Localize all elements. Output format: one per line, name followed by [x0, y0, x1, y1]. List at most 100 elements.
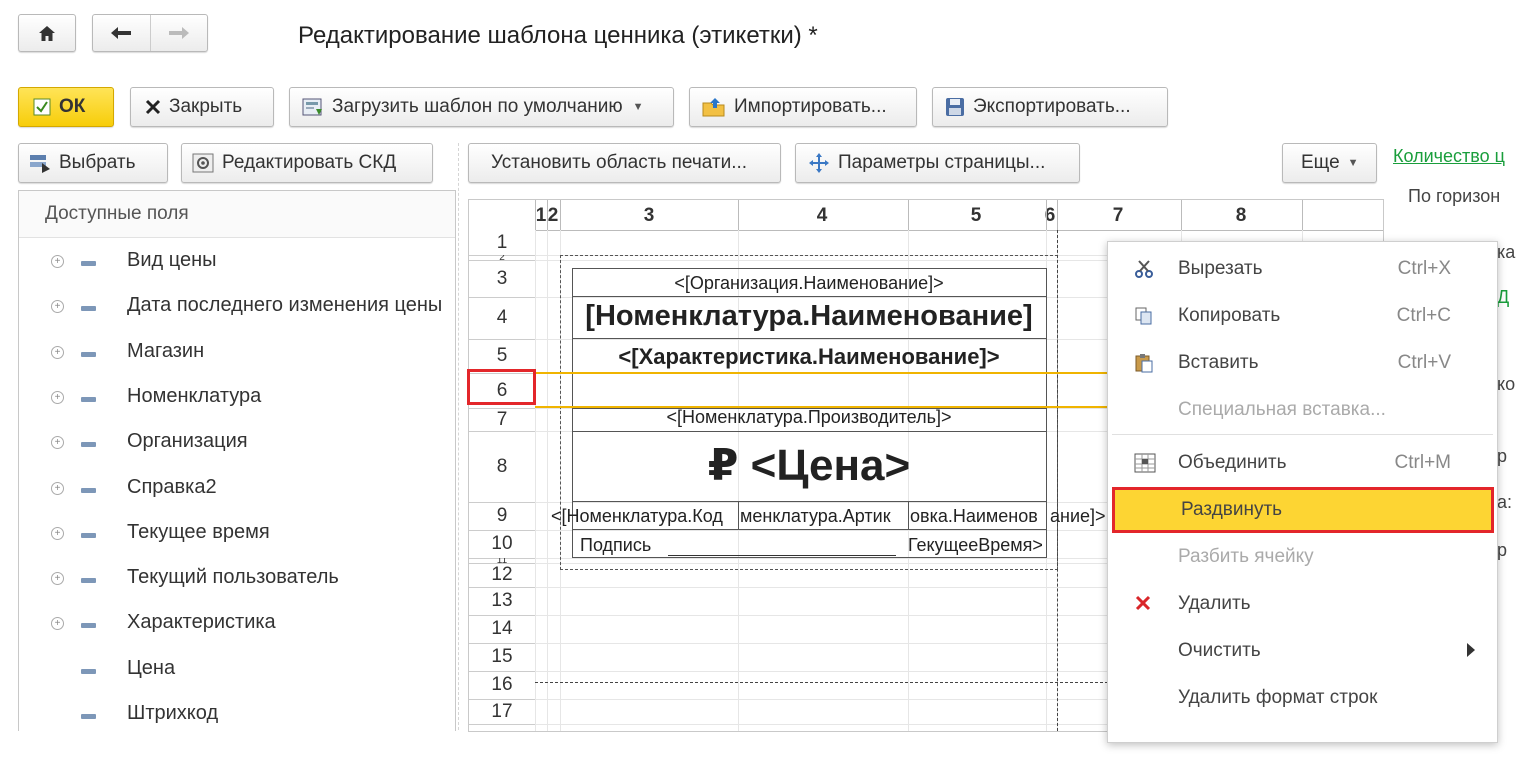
- field-tree-item[interactable]: + Магазин: [19, 340, 455, 370]
- field-tree-item[interactable]: + Дата последнего изменения цены: [19, 294, 455, 324]
- row-header[interactable]: 4: [469, 297, 535, 339]
- row-header[interactable]: 8: [469, 431, 535, 502]
- row-header[interactable]: 12: [469, 563, 535, 587]
- set-print-area-button[interactable]: Установить область печати...: [468, 143, 781, 183]
- column-header[interactable]: 3: [639, 205, 659, 227]
- row-header[interactable]: 15: [469, 643, 535, 671]
- field-tree-label: Номенклатура: [127, 384, 262, 407]
- label-divider: [572, 296, 1046, 297]
- signature-cell[interactable]: Подпись: [580, 535, 651, 556]
- home-button[interactable]: [18, 14, 76, 52]
- settings-icon: [192, 153, 214, 173]
- field-tree-label: Вид цены: [127, 249, 217, 271]
- header-col-divider: [908, 200, 909, 230]
- row-header[interactable]: 13: [469, 587, 535, 615]
- expand-plus-icon[interactable]: +: [51, 345, 64, 359]
- more-label: Еще: [1301, 152, 1340, 173]
- close-button[interactable]: Закрыть: [130, 87, 274, 127]
- menu-item-merge[interactable]: Объединить Ctrl+M: [1108, 440, 1497, 486]
- more-button[interactable]: Еще ▼: [1282, 143, 1377, 183]
- column-header[interactable]: 4: [812, 205, 832, 227]
- characteristic-name-cell[interactable]: <[Характеристика.Наименование]>: [572, 344, 1046, 370]
- select-button[interactable]: Выбрать: [18, 143, 168, 183]
- field-tree-item[interactable]: + Организация: [19, 430, 455, 460]
- charname-cell[interactable]: овка.Наименов: [910, 506, 1038, 527]
- article-cell[interactable]: менклатура.Артик: [740, 506, 891, 527]
- expand-plus-icon[interactable]: +: [51, 300, 64, 314]
- home-icon: [39, 25, 55, 41]
- edit-skd-button[interactable]: Редактировать СКД: [181, 143, 433, 183]
- back-button[interactable]: [93, 15, 151, 51]
- header-col-divider: [1057, 200, 1058, 230]
- close-label: Закрыть: [169, 96, 243, 117]
- import-button[interactable]: Импортировать...: [689, 87, 917, 127]
- ok-button[interactable]: ОК: [18, 87, 114, 127]
- expand-plus-icon[interactable]: +: [51, 436, 64, 450]
- menu-item-copy[interactable]: Копировать Ctrl+C: [1108, 293, 1497, 339]
- row-header[interactable]: 1: [469, 230, 535, 255]
- menu-item-label: Раздвинуть: [1181, 499, 1283, 520]
- row-header[interactable]: 10: [469, 530, 535, 558]
- expand-plus-icon[interactable]: +: [51, 617, 64, 631]
- expand-plus-icon[interactable]: +: [51, 390, 64, 404]
- menu-item-cut[interactable]: Вырезать Ctrl+X: [1108, 246, 1497, 292]
- dropdown-arrow-icon: ▼: [1347, 157, 1359, 169]
- menu-item-expand[interactable]: Раздвинуть: [1112, 487, 1494, 533]
- price-cell[interactable]: ₽ <Цена>: [572, 440, 1046, 491]
- producer-cell[interactable]: <[Номенклатура.Производитель]>: [572, 407, 1046, 428]
- expand-plus-icon[interactable]: +: [51, 572, 64, 586]
- right-link-fragment[interactable]: Д: [1497, 287, 1509, 308]
- field-attribute-icon: [81, 487, 96, 493]
- page-params-label: Параметры страницы...: [838, 152, 1046, 173]
- expand-plus-icon[interactable]: +: [51, 526, 64, 540]
- row-header[interactable]: 9: [469, 502, 535, 530]
- export-label: Экспортировать...: [973, 96, 1131, 117]
- row-header[interactable]: 5: [469, 339, 535, 373]
- scissors-icon: [1134, 259, 1154, 285]
- quantity-link[interactable]: Количество ц: [1393, 146, 1505, 167]
- expand-plus-icon[interactable]: +: [51, 481, 64, 495]
- field-tree-item[interactable]: + Текущее время: [19, 521, 455, 551]
- menu-item-delete-row-format[interactable]: Удалить формат строк: [1108, 675, 1497, 721]
- column-header[interactable]: 8: [1231, 205, 1251, 227]
- grid-col-line: [535, 230, 536, 731]
- arrow-left-icon: [111, 27, 132, 39]
- available-fields-panel: Доступные поля + Вид цены + Дата последнего…: [18, 190, 456, 731]
- column-header[interactable]: 7: [1108, 205, 1128, 227]
- field-tree-item[interactable]: Штрихкод: [19, 702, 455, 731]
- forward-button[interactable]: [151, 15, 208, 51]
- menu-item-paste[interactable]: Вставить Ctrl+V: [1108, 340, 1497, 386]
- row-header-divider: [469, 724, 535, 725]
- row-header[interactable]: 17: [469, 699, 535, 724]
- current-time-cell[interactable]: ГекущееВремя>: [908, 535, 1043, 556]
- row-header[interactable]: 7: [469, 408, 535, 431]
- field-tree-item[interactable]: Цена: [19, 657, 455, 687]
- nomenclature-name-cell[interactable]: [Номенклатура.Наименование]: [569, 300, 1049, 333]
- header-col-divider: [1181, 200, 1182, 230]
- code-cell[interactable]: <[Номенклатура.Код: [551, 506, 723, 527]
- row-header[interactable]: 16: [469, 671, 535, 699]
- right-fragment-4: р: [1497, 446, 1508, 466]
- page-params-button[interactable]: Параметры страницы...: [795, 143, 1080, 183]
- field-tree-item[interactable]: + Текущий пользователь: [19, 566, 455, 596]
- menu-item-delete[interactable]: Удалить: [1108, 581, 1497, 627]
- field-tree-label: Цена: [127, 656, 176, 679]
- right-fragment-5: а:: [1497, 492, 1513, 512]
- field-tree-item[interactable]: + Характеристика: [19, 611, 455, 641]
- field-tree-item[interactable]: + Номенклатура: [19, 385, 455, 415]
- row-header[interactable]: 14: [469, 615, 535, 643]
- menu-item-clear[interactable]: Очистить: [1108, 628, 1497, 674]
- field-tree-item[interactable]: + Справка2: [19, 476, 455, 506]
- org-name-cell[interactable]: <[Организация.Наименование]>: [572, 273, 1046, 294]
- expand-plus-icon[interactable]: +: [51, 255, 64, 268]
- export-button[interactable]: Экспортировать...: [932, 87, 1168, 127]
- field-attribute-icon: [81, 578, 96, 584]
- nav-back-forward: [92, 14, 208, 52]
- load-default-template-button[interactable]: Загрузить шаблон по умолчанию ▼: [289, 87, 674, 127]
- column-header[interactable]: 5: [966, 205, 986, 227]
- dropdown-arrow-icon: ▼: [632, 101, 644, 113]
- field-tree-item[interactable]: + Вид цены: [19, 249, 455, 279]
- right-fragment-1: ка: [1497, 242, 1516, 262]
- row-header[interactable]: 3: [469, 260, 535, 297]
- row-6-header-highlight[interactable]: [467, 369, 536, 405]
